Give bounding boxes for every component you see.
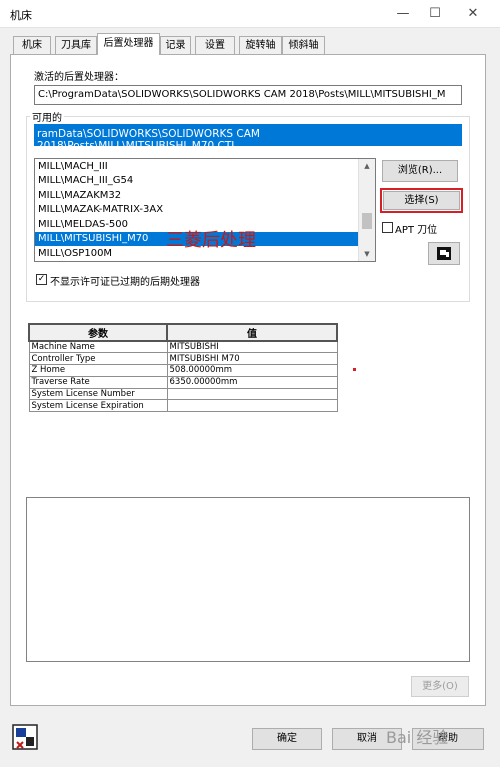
list-item[interactable]: MILL\MACH_III	[35, 160, 360, 174]
list-item[interactable]: MILL\MAZAK-MATRIX-3AX	[35, 203, 360, 217]
browse-button[interactable]: 浏览(R)...	[382, 160, 458, 182]
param-cell: System License Expiration	[28, 399, 168, 413]
red-dot-mark	[353, 368, 356, 371]
table-row[interactable]: Traverse Rate 6350.00000mm	[28, 375, 338, 389]
param-cell: System License Number	[28, 387, 168, 401]
tab-log[interactable]: 记录	[160, 36, 191, 54]
value-cell: MITSUBISHI	[166, 340, 338, 354]
scroll-down-arrow-icon[interactable]: ▼	[359, 247, 375, 261]
apt-label: APT 刀位	[395, 225, 438, 236]
value-cell: 6350.00000mm	[166, 375, 338, 389]
param-cell: Machine Name	[28, 340, 168, 354]
tab-machine[interactable]: 机床	[13, 36, 51, 54]
param-header: 参数	[28, 323, 168, 342]
preview-pane	[26, 497, 470, 662]
parameters-table: 参数 值 Machine Name MITSUBISHI Controller …	[28, 323, 338, 413]
machine-setup-button[interactable]	[10, 722, 40, 752]
tab-settings[interactable]: 设置	[195, 36, 235, 54]
apt-setup-icon	[437, 247, 451, 260]
ok-button[interactable]: 确定	[252, 728, 322, 750]
active-post-label: 激活的后置处理器：	[34, 72, 124, 83]
list-item[interactable]: MILL\MAZAKM32	[35, 189, 360, 203]
scroll-thumb[interactable]	[362, 213, 372, 229]
scroll-up-arrow-icon[interactable]: ▲	[359, 159, 375, 173]
table-row[interactable]: Z Home 508.00000mm	[28, 364, 338, 377]
close-button[interactable]: ✕	[462, 4, 484, 24]
table-row[interactable]: Controller Type MITSUBISHI M70	[28, 352, 338, 366]
table-row[interactable]: System License Expiration	[28, 399, 338, 413]
available-label: 可用的	[30, 109, 64, 124]
hide-expired-label: 不显示许可证已过期的后期处理器	[50, 277, 200, 288]
param-cell: Z Home	[28, 364, 168, 377]
title-bar: 机床 — ☐ ✕	[0, 0, 500, 28]
more-button[interactable]: 更多(O)	[411, 676, 469, 697]
table-row[interactable]: Machine Name MITSUBISHI	[28, 340, 338, 354]
machine-setup-icon	[12, 724, 38, 750]
available-post-field[interactable]: ramData\SOLIDWORKS\SOLIDWORKS CAM 2018\P…	[34, 124, 462, 152]
active-post-field[interactable]: C:\ProgramData\SOLIDWORKS\SOLIDWORKS CAM…	[34, 85, 462, 105]
param-cell: Controller Type	[28, 352, 168, 366]
value-cell: 508.00000mm	[166, 364, 338, 377]
tab-tilt-axis[interactable]: 倾斜轴	[282, 36, 325, 54]
tab-rotary-axis[interactable]: 旋转轴	[239, 36, 282, 54]
tab-post-processor[interactable]: 后置处理器	[97, 33, 160, 55]
value-cell	[166, 399, 338, 413]
maximize-button[interactable]: ☐	[424, 4, 446, 24]
table-row[interactable]: System License Number	[28, 387, 338, 401]
annotation-text: 三菱后处理	[166, 230, 256, 251]
watermark: Bai 经验	[386, 728, 449, 747]
hide-expired-checkbox[interactable]: ✓	[36, 274, 47, 285]
window-title: 机床	[10, 9, 32, 22]
tab-tool-library[interactable]: 刀具库	[55, 36, 97, 54]
apt-checkbox[interactable]	[382, 222, 393, 233]
apt-setup-button[interactable]	[428, 242, 460, 265]
minimize-button[interactable]: —	[392, 4, 414, 24]
select-button[interactable]: 选择(S)	[383, 191, 460, 210]
list-item[interactable]: MILL\MACH_III_G54	[35, 174, 360, 188]
value-cell: MITSUBISHI M70	[166, 352, 338, 366]
list-scrollbar[interactable]: ▲ ▼	[358, 159, 375, 261]
value-cell	[166, 387, 338, 401]
param-cell: Traverse Rate	[28, 375, 168, 389]
value-header: 值	[166, 323, 338, 342]
